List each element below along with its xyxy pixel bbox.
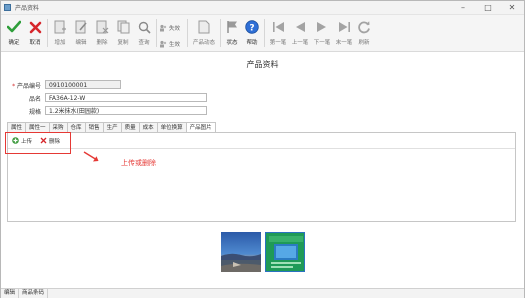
name-label: 品名 (28, 96, 41, 103)
required-marker: * (12, 83, 16, 90)
last-icon (336, 19, 352, 35)
product-images-panel: 上传 删除 (7, 132, 516, 222)
title-bar: 产品资料 – □ ✕ (1, 1, 524, 15)
copy-button[interactable]: 复制 (112, 17, 134, 49)
people-icon (159, 40, 167, 48)
product-code-field[interactable]: 0910100001 (45, 80, 121, 89)
cross-icon (27, 19, 43, 35)
refresh-icon (356, 19, 372, 35)
lose-effect-button[interactable]: 失效 (159, 23, 180, 33)
search-icon (136, 19, 152, 35)
next-icon (314, 19, 330, 35)
app-window: 产品资料 – □ ✕ 确定 取消 增加 编辑 删除 复制 查询 失效 生效 产品… (0, 0, 525, 298)
cancel-button[interactable]: 取消 (24, 17, 46, 49)
name-field[interactable]: FA36A-12-W (45, 93, 207, 102)
product-image-thumbnail-landscape[interactable] (221, 232, 261, 272)
first-icon (270, 19, 286, 35)
highlight-box (5, 132, 71, 154)
close-window-button[interactable]: ✕ (500, 1, 524, 14)
people-icon (159, 24, 167, 32)
previous-icon (292, 19, 308, 35)
spec-field[interactable]: 1.2米抹水(田园款) (45, 106, 207, 115)
panel-toolbar: 上传 删除 (8, 133, 515, 149)
help-button[interactable]: ? 帮助 (241, 17, 263, 49)
take-effect-button[interactable]: 生效 (159, 39, 180, 49)
copy-icon (115, 19, 131, 35)
add-button[interactable]: 增加 (49, 17, 71, 49)
annotation-arrow-icon (83, 151, 99, 162)
flag-icon (224, 19, 240, 35)
document-icon (196, 19, 212, 35)
product-dynamic-button[interactable]: 产品动态 (191, 17, 217, 49)
query-button[interactable]: 查询 (133, 17, 155, 49)
product-code-label: * 产品编号 (12, 83, 41, 90)
last-record-button[interactable]: 末一笔 (333, 17, 355, 49)
first-record-button[interactable]: 第一笔 (267, 17, 289, 49)
product-image-thumbnail-green[interactable] (265, 232, 305, 272)
svg-text:?: ? (249, 23, 254, 33)
toolbar-separator (156, 19, 157, 47)
checkmark-icon (6, 19, 22, 35)
status-mode: 编辑 (1, 289, 20, 298)
tab-strip: 属性 属性一 采购 仓库 销售 生产 质量 成本 单位换算 产品图片 (7, 122, 216, 134)
spec-label: 规格 (28, 109, 41, 116)
status-barcode: 商品条码 (19, 289, 49, 298)
image-gallery (7, 222, 516, 284)
toolbar-separator (47, 19, 48, 47)
main-toolbar: 确定 取消 增加 编辑 删除 复制 查询 失效 生效 产品动态 状态 ? 帮助 … (1, 15, 524, 52)
edit-button[interactable]: 编辑 (70, 17, 92, 49)
refresh-button[interactable]: 刷新 (353, 17, 375, 49)
help-icon: ? (244, 19, 260, 35)
status-button[interactable]: 状态 (221, 17, 243, 49)
confirm-button[interactable]: 确定 (3, 17, 25, 49)
edit-icon (73, 19, 89, 35)
annotation-text: 上传或删除 (121, 159, 156, 167)
app-icon (4, 4, 11, 11)
previous-record-button[interactable]: 上一笔 (289, 17, 311, 49)
toolbar-separator (264, 19, 265, 47)
minimize-button[interactable]: – (451, 1, 475, 14)
delete-button[interactable]: 删除 (91, 17, 113, 49)
status-bar: 编辑 商品条码 (1, 288, 524, 298)
delete-document-icon (94, 19, 110, 35)
toolbar-separator (187, 19, 188, 47)
maximize-button[interactable]: □ (476, 1, 500, 14)
next-record-button[interactable]: 下一笔 (311, 17, 333, 49)
form-heading: 产品资料 (246, 60, 279, 69)
add-document-icon (52, 19, 68, 35)
window-title: 产品资料 (15, 5, 40, 12)
